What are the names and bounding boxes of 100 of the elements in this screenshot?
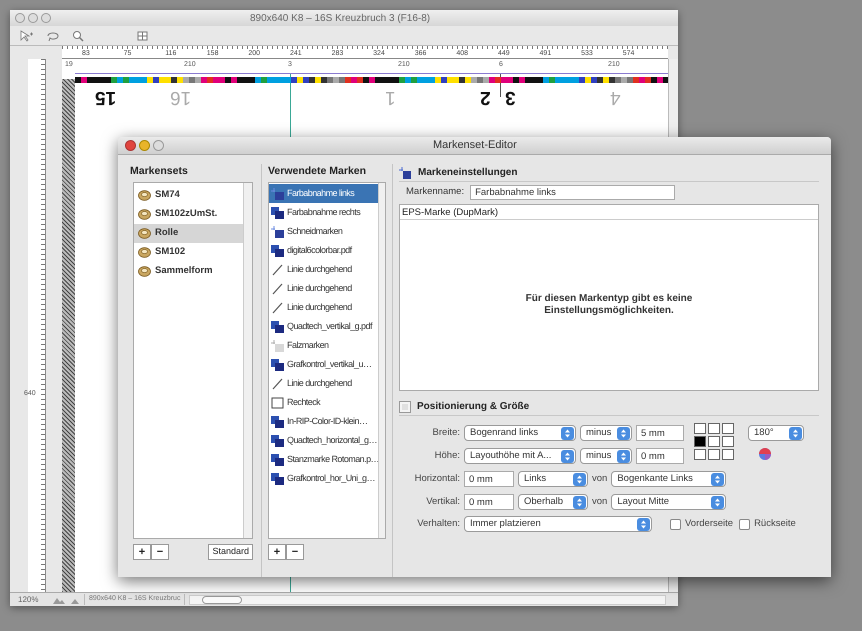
horizontal-scrollbar[interactable] [189,594,666,604]
lasso-icon[interactable] [46,30,60,42]
close-button[interactable] [125,140,136,151]
stepper-icon [617,426,630,440]
checkbox[interactable] [739,518,750,530]
crop-marks-icon [271,188,284,200]
fold-marks-icon [271,340,284,352]
stepper-icon [573,472,586,486]
list-item[interactable]: Linie durchgehend [269,298,378,317]
list-item[interactable]: Linie durchgehend [269,374,378,393]
page-number: 4 [610,87,621,107]
page-number: 2 [480,87,491,107]
info-message: Für diesen Markentyp gibt es keine Einstellungsmöglichkeiten. [524,293,694,317]
dropdown[interactable]: Bogenkante Links [611,471,726,487]
zoom-level: 120% [18,594,40,606]
line-icon [271,302,284,314]
page-number: 16 [170,87,192,107]
dropdown[interactable]: Immer platzieren [464,516,652,532]
section-heading: Markeneinstellungen [418,166,518,180]
squares-icon [271,244,284,256]
dropdown[interactable]: minus [580,425,632,441]
list-item[interactable]: Quadtech_vertikal_g.pdf [269,317,378,336]
set-action-button[interactable]: + [133,544,151,560]
close-button[interactable] [15,13,25,23]
list-item[interactable]: SM102zUmSt. [134,205,243,224]
stepper-icon [617,450,630,462]
text-field[interactable]: 0 mm [464,494,514,510]
list-item[interactable]: Farbabnahme rechts [269,203,378,222]
window-title: 890x640 K8 – 16S Kreuzbruch 3 (F16-8) [250,12,430,26]
squares-icon [271,454,284,466]
zoom-button[interactable] [153,140,164,151]
rotation-dropdown[interactable]: 180° [748,425,804,441]
list-item[interactable]: Linie durchgehend [269,260,378,279]
list-item[interactable]: Stanzmarke Rotoman.p… [269,450,378,469]
list-item[interactable]: SM74 [134,186,243,205]
dropdown[interactable]: Layouthöhe mit A... [464,448,576,464]
minimize-button[interactable] [28,13,38,23]
text-field[interactable]: 0 mm [464,471,514,487]
list-item[interactable]: Sammelform [134,262,243,281]
list-item[interactable]: Grafkontrol_vertikal_u… [269,355,378,374]
list-item[interactable]: Quadtech_horizontal_g… [269,431,378,450]
set-action-button[interactable]: − [151,544,169,560]
squares-icon [271,416,284,428]
list-item[interactable]: Falzmarken [269,336,378,355]
disk-icon [138,247,151,258]
search-icon[interactable] [72,30,84,42]
squares-icon [271,358,284,370]
dropdown[interactable]: Oberhalb [518,494,588,510]
list-item[interactable]: Rolle [134,224,243,243]
list-item[interactable]: SM102 [134,243,243,262]
disk-icon [138,209,151,220]
line-icon [271,282,284,294]
list-item[interactable]: Linie durchgehend [269,279,378,298]
stepper-icon [561,426,574,440]
anchor-cell[interactable] [722,423,734,434]
squares-icon [271,206,284,218]
mark-action-button[interactable]: + [268,544,286,560]
list-item[interactable]: Farbabnahme links [269,184,378,203]
section-heading: Positionierung & Größe [417,400,530,414]
text-field[interactable]: 5 mm [636,425,684,441]
list-item[interactable]: In-RIP-Color-ID-klein… [269,412,378,431]
list-item[interactable]: Schneidmarken [269,222,378,241]
dropdown[interactable]: Layout Mitte [611,494,726,510]
anchor-cell[interactable] [708,449,720,460]
pointer-icon[interactable] [20,30,34,42]
window-title: Markenset-Editor [433,138,517,154]
anchor-cell[interactable] [694,449,706,460]
checkbox-label: Vorderseite [685,516,734,531]
checkbox-label: Rückseite [754,516,796,531]
scroll-thumb[interactable] [202,596,242,604]
field-label: Höhe: [434,448,460,463]
color-wheel-icon[interactable] [758,447,772,461]
crop-marks-icon [399,166,412,178]
checkbox[interactable] [670,518,681,530]
anchor-cell[interactable] [694,436,706,447]
anchor-cell[interactable] [708,436,720,447]
list-item[interactable]: Rechteck [269,393,378,412]
grid-icon[interactable] [136,30,150,42]
dropdown[interactable]: minus [580,448,632,464]
stepper-icon [711,472,724,486]
list-item[interactable]: Grafkontrol_hor_Uni_g… [269,469,378,488]
anchor-cell[interactable] [722,449,734,460]
mark-name-field[interactable]: Farbabnahme links [470,185,676,200]
zoom-button[interactable] [41,13,51,23]
dropdown[interactable]: Bogenrand links [464,425,576,441]
line-icon [271,378,284,390]
anchor-cell[interactable] [722,436,734,447]
connector-label: von [592,494,608,509]
anchor-cell[interactable] [708,423,720,434]
field-label: Verhalten: [416,516,460,531]
squares-icon [271,472,284,484]
panel-title: EPS-Marke (DupMark) [400,205,818,220]
list-item[interactable]: digital6colorbar.pdf [269,241,378,260]
anchor-cell[interactable] [694,423,706,434]
mark-action-button[interactable]: − [286,544,304,560]
dropdown[interactable]: Links [518,471,588,487]
standard-button[interactable]: Standard [208,544,253,560]
page-number: 15 [95,87,116,107]
text-field[interactable]: 0 mm [636,448,684,464]
minimize-button[interactable] [139,140,150,151]
